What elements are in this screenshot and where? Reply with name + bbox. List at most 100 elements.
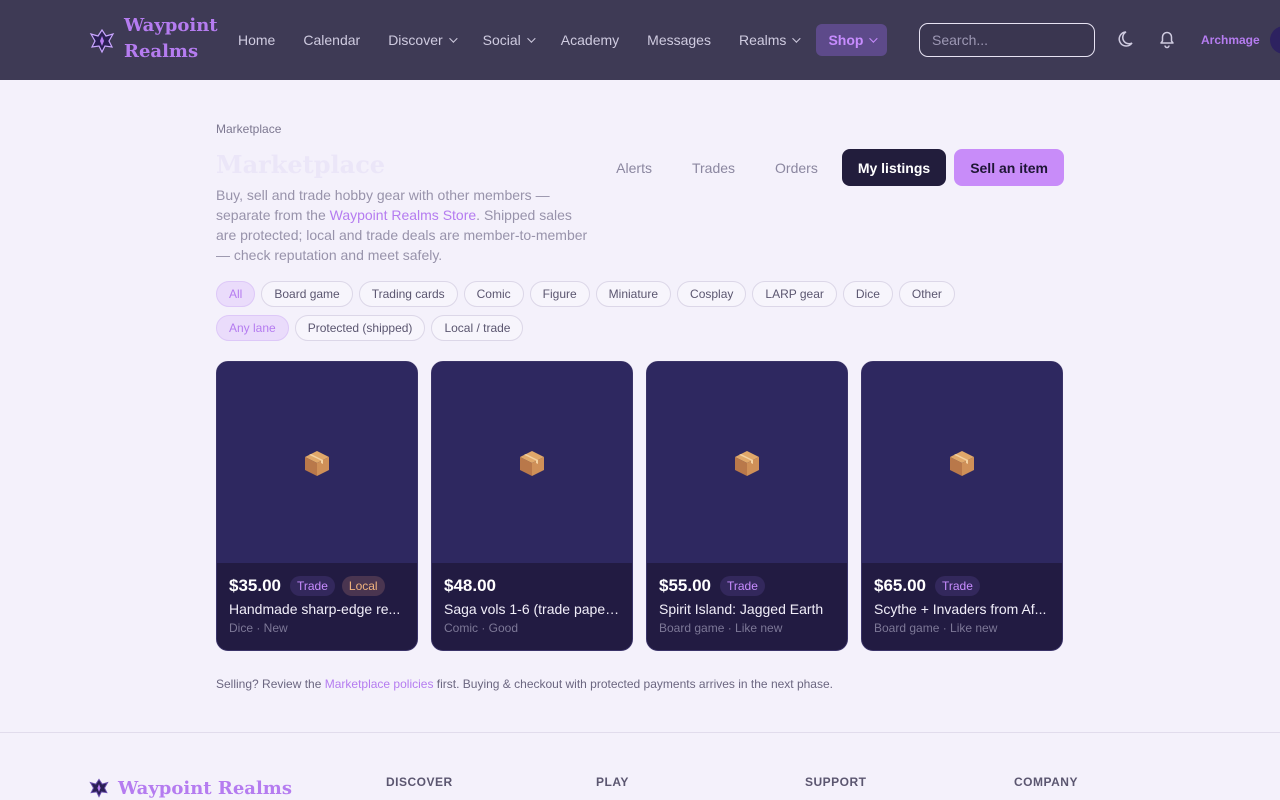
listing-image [647,362,847,563]
filter-all[interactable]: All [216,281,256,307]
listing-card[interactable]: $65.00 Trade Scythe + Invaders from Af..… [861,361,1063,651]
listing-card[interactable]: $55.00 Trade Spirit Island: Jagged Earth… [646,361,848,651]
nav-discover[interactable]: Discover [374,24,468,56]
filter-any-lane[interactable]: Any lane [216,315,289,341]
my-listings-button[interactable]: My listings [841,149,947,186]
package-icon [950,450,974,476]
search-input[interactable] [919,23,1095,57]
page-title: Marketplace [216,150,386,179]
avatar[interactable] [1270,26,1280,54]
package-icon [735,450,759,476]
user-name[interactable]: Archmage [1201,33,1260,47]
footer-heading-discover: DISCOVER [386,775,453,789]
listing-card[interactable]: $48.00 Saga vols 1-6 (trade paper... Com… [431,361,633,651]
nav-messages[interactable]: Messages [633,24,725,56]
nav-academy[interactable]: Academy [547,24,633,56]
filter-protected-shipped[interactable]: Protected (shipped) [294,315,426,341]
moon-icon[interactable] [1117,28,1139,50]
main-nav: Home Calendar Discover Social Academy Me… [224,24,888,56]
filter-miniature[interactable]: Miniature [595,281,672,307]
footer: Waypoint Realms DISCOVER PLAY SUPPORT CO… [0,732,1280,800]
listing-price: $35.00 [229,576,281,595]
store-link[interactable]: Waypoint Realms Store [330,207,477,223]
chevron-down-icon [448,34,458,43]
filter-trading-cards[interactable]: Trading cards [358,281,458,307]
listing-details: $48.00 Saga vols 1-6 (trade paper... Com… [432,563,632,650]
listing-details: $65.00 Trade Scythe + Invaders from Af..… [862,563,1062,650]
footer-brand[interactable]: Waypoint Realms [88,777,292,799]
sell-item-button[interactable]: Sell an item [954,149,1064,186]
filter-board-game[interactable]: Board game [261,281,353,307]
policy-note: Selling? Review the Marketplace policies… [216,677,833,691]
nav-calendar-label: Calendar [303,32,361,48]
listing-grid: $35.00 Trade Local Handmade sharp-edge r… [216,361,1063,651]
nav-shop[interactable]: Shop [816,24,888,56]
listing-price: $55.00 [659,576,711,595]
logo-emblem-icon [89,778,109,798]
nav-shop-label: Shop [828,32,864,48]
price-row: $65.00 Trade [874,575,1050,597]
filter-dice[interactable]: Dice [842,281,893,307]
nav-social[interactable]: Social [469,24,547,56]
tab-alerts[interactable]: Alerts [600,149,668,186]
nav-academy-label: Academy [560,32,620,48]
category-filters: All Board game Trading cards Comic Figur… [216,281,955,307]
breadcrumb[interactable]: Marketplace [216,122,281,136]
trade-badge: Trade [935,576,980,596]
note-text-end: first. Buying & checkout with protected … [433,677,833,691]
package-icon [520,450,544,476]
policies-link[interactable]: Marketplace policies [325,677,434,691]
nav-home[interactable]: Home [224,24,289,56]
top-navigation-bar: Waypoint Realms Home Calendar Discover S… [0,0,1280,80]
filter-local-trade[interactable]: Local / trade [431,315,524,341]
nav-realms-label: Realms [738,32,787,48]
marketplace-actions: Alerts Trades Orders My listings Sell an… [600,149,1064,186]
tab-orders[interactable]: Orders [759,149,834,186]
filter-other[interactable]: Other [898,281,955,307]
filter-comic[interactable]: Comic [463,281,524,307]
listing-image [432,362,632,563]
page-intro: Buy, sell and trade hobby gear with othe… [216,185,596,265]
listing-price: $48.00 [444,576,496,595]
chevron-down-icon [869,34,879,43]
brand-link[interactable]: Waypoint Realms [88,13,224,65]
nav-discover-label: Discover [388,32,443,48]
price-row: $55.00 Trade [659,575,835,597]
footer-brand-name: Waypoint Realms [118,777,292,799]
listing-meta: Comic · Good [444,621,519,635]
listing-title: Scythe + Invaders from Af... [874,601,1047,617]
listing-price: $65.00 [874,576,926,595]
filter-cosplay[interactable]: Cosplay [677,281,747,307]
listing-title: Saga vols 1-6 (trade paper... [444,601,620,617]
note-text: Selling? Review the [216,677,325,691]
nav-realms[interactable]: Realms [725,24,812,56]
nav-messages-label: Messages [647,32,711,48]
nav-social-label: Social [482,32,521,48]
tab-trades[interactable]: Trades [676,149,751,186]
listing-meta: Dice · New [229,621,288,635]
listing-meta: Board game · Like new [874,621,998,635]
listing-card[interactable]: $35.00 Trade Local Handmade sharp-edge r… [216,361,418,651]
filter-larp-gear[interactable]: LARP gear [752,281,837,307]
listing-image [862,362,1062,563]
nav-calendar[interactable]: Calendar [289,24,374,56]
trade-badge: Trade [720,576,765,596]
price-row: $35.00 Trade Local [229,575,405,597]
bell-icon[interactable] [1156,28,1178,50]
listing-details: $55.00 Trade Spirit Island: Jagged Earth… [647,563,847,650]
chevron-down-icon [792,34,802,43]
local-badge: Local [341,576,385,596]
package-icon [305,450,329,476]
footer-heading-company: COMPANY [1014,775,1078,789]
listing-image [217,362,417,563]
nav-home-label: Home [238,32,276,48]
trade-badge: Trade [290,576,335,596]
logo-emblem-icon [89,28,115,54]
listing-meta: Board game · Like new [659,621,783,635]
filter-figure[interactable]: Figure [529,281,590,307]
chevron-down-icon [526,34,536,43]
price-row: $48.00 [444,575,620,597]
lane-filters: Any lane Protected (shipped) Local / tra… [216,315,524,341]
footer-heading-play: PLAY [596,775,629,789]
listing-details: $35.00 Trade Local Handmade sharp-edge r… [217,563,417,650]
